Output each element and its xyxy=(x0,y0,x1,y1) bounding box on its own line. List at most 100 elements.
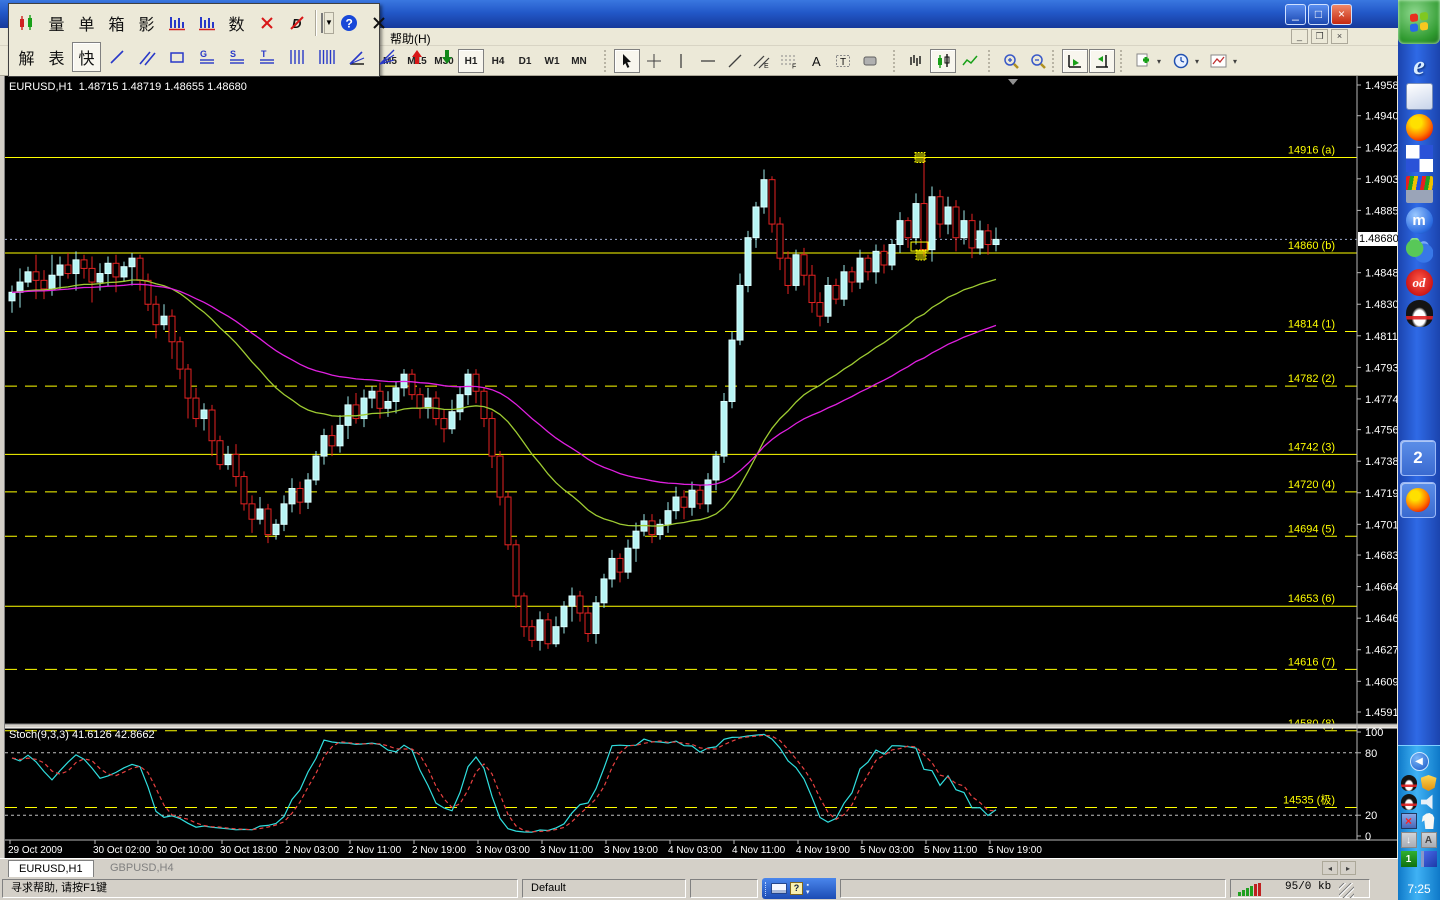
text-button[interactable]: A xyxy=(803,49,829,73)
tab-gbpusdh4[interactable]: GBPUSD,H4 xyxy=(100,860,184,878)
histogram-2-button[interactable] xyxy=(192,8,221,38)
sogou-flame-icon[interactable] xyxy=(1405,114,1433,141)
language-bar-controls[interactable]: ▪ ▾ xyxy=(806,882,810,896)
vertical-line-button[interactable] xyxy=(668,49,694,73)
taskbar-app-sogou-button[interactable] xyxy=(1400,482,1436,518)
tray-volume-icon[interactable] xyxy=(1420,794,1433,810)
gann-lines-button[interactable]: G xyxy=(192,42,221,72)
parallel-channel-button[interactable] xyxy=(132,42,161,72)
order-button[interactable]: 单 xyxy=(72,8,101,38)
fibonacci-button[interactable]: F xyxy=(776,49,802,73)
line-color-swatch[interactable] xyxy=(321,13,323,33)
indicators-button-dropdown[interactable]: ▾ xyxy=(1157,49,1167,73)
tray-update-icon[interactable]: ↓ xyxy=(1400,832,1417,848)
close-toolbar-button[interactable] xyxy=(365,8,394,38)
text-label-button[interactable]: T xyxy=(830,49,856,73)
bar-chart-button[interactable] xyxy=(903,49,929,73)
status-profile[interactable]: Default xyxy=(522,879,686,898)
timeframe-mn-button[interactable]: MN xyxy=(566,49,592,73)
shadow-button[interactable]: 影 xyxy=(132,8,161,38)
tab-scroll-right-button[interactable]: ▸ xyxy=(1340,861,1356,875)
help-button[interactable]: ? xyxy=(335,8,364,38)
tray-hand-icon[interactable] xyxy=(1421,813,1435,829)
pattern-candles-button[interactable] xyxy=(12,8,41,38)
cursor-tool-button[interactable] xyxy=(614,49,640,73)
tab-eurusdh1[interactable]: EURUSD,H1 xyxy=(8,860,94,878)
child-close-button[interactable]: × xyxy=(1331,29,1348,44)
timeframe-w1-button[interactable]: W1 xyxy=(539,49,565,73)
arrow-down-button[interactable] xyxy=(432,42,461,72)
od-badge-icon[interactable]: od xyxy=(1405,269,1433,296)
language-bar-grip[interactable] xyxy=(765,881,768,896)
ie-icon[interactable]: e xyxy=(1406,51,1433,80)
keyboard-icon[interactable] xyxy=(771,883,787,894)
language-help-icon[interactable]: ? xyxy=(790,882,803,895)
trend-line-button[interactable] xyxy=(722,49,748,73)
tray-collapse-chevron[interactable]: ◀ xyxy=(1409,752,1429,771)
trendline-button[interactable] xyxy=(102,42,131,72)
language-bar[interactable]: ? ▪ ▾ xyxy=(762,878,836,899)
globe-m-icon[interactable]: m xyxy=(1405,207,1433,234)
price-chart[interactable]: 14916 (a) 14860 (b) 14814 (1) 14782 (2) 1474… xyxy=(5,76,1405,858)
auto-scroll-button[interactable] xyxy=(1062,49,1088,73)
fan-lines-button[interactable] xyxy=(372,42,401,72)
histogram-1-button[interactable] xyxy=(162,8,191,38)
tray-network-offline-icon[interactable]: × xyxy=(1400,813,1417,829)
chart-shift-button[interactable] xyxy=(1089,49,1115,73)
time-lines-button[interactable]: T xyxy=(252,42,281,72)
tray-qq-icon[interactable] xyxy=(1400,775,1417,791)
angle-fan-button[interactable] xyxy=(342,42,371,72)
crosshair-tool-button[interactable] xyxy=(641,49,667,73)
candle-chart-button[interactable] xyxy=(930,49,956,73)
shapes-button[interactable] xyxy=(857,49,883,73)
tray-qq2-icon[interactable] xyxy=(1400,794,1417,810)
biao-button[interactable]: 表 xyxy=(42,42,71,72)
minimize-button[interactable]: _ xyxy=(1285,4,1306,25)
timeframe-d1-button[interactable]: D1 xyxy=(512,49,538,73)
taskbar-app-2-button[interactable]: 2 xyxy=(1400,440,1436,476)
day-strike-button[interactable]: D xyxy=(282,8,311,38)
tray-ime-icon[interactable]: A xyxy=(1420,832,1437,848)
vertical-lines-4-button[interactable] xyxy=(282,42,311,72)
floating-toolbar-window[interactable]: 量单箱影 数 D ▼? 解表快 G S T xyxy=(8,3,452,77)
speed-lines-button[interactable]: S xyxy=(222,42,251,72)
timeframe-h4-button[interactable]: H4 xyxy=(485,49,511,73)
timeframe-h1-button[interactable]: H1 xyxy=(458,49,484,73)
msn-buddies-icon[interactable] xyxy=(1405,238,1433,265)
equidistant-channel-button[interactable]: E xyxy=(749,49,775,73)
indicators-button[interactable] xyxy=(1130,49,1156,73)
tray-notebook-icon[interactable] xyxy=(1420,851,1437,867)
box-button[interactable]: 箱 xyxy=(102,8,131,38)
arrow-up-button[interactable] xyxy=(402,42,431,72)
periods-button-dropdown[interactable]: ▾ xyxy=(1195,49,1205,73)
rectangle-button[interactable] xyxy=(162,42,191,72)
templates-button[interactable] xyxy=(1206,49,1232,73)
zoom-in-button[interactable] xyxy=(998,49,1024,73)
templates-button-dropdown[interactable]: ▾ xyxy=(1233,49,1243,73)
jie-button[interactable]: 解 xyxy=(12,42,41,72)
child-restore-button[interactable]: ❐ xyxy=(1311,29,1328,44)
checker-icon[interactable] xyxy=(1405,145,1433,172)
line-chart-button[interactable] xyxy=(957,49,983,73)
vertical-lines-5-button[interactable] xyxy=(312,42,341,72)
start-button[interactable] xyxy=(1398,0,1440,44)
close-button[interactable]: × xyxy=(1331,4,1352,25)
document-icon[interactable] xyxy=(1405,83,1433,110)
resize-grip[interactable] xyxy=(1339,883,1354,898)
red-cross-button[interactable] xyxy=(252,8,281,38)
chart-window[interactable]: 14916 (a) 14860 (b) 14814 (1) 14782 (2) 1474… xyxy=(5,76,1405,858)
zoom-out-button[interactable] xyxy=(1025,49,1051,73)
tray-num1-icon[interactable]: 1 xyxy=(1400,851,1417,867)
horizontal-line-button[interactable] xyxy=(695,49,721,73)
line-color-dropdown[interactable]: ▼ xyxy=(324,12,334,34)
tray-shield-icon[interactable] xyxy=(1420,775,1437,791)
qq-penguin-icon[interactable] xyxy=(1405,300,1433,327)
kuai-button[interactable]: 快 xyxy=(72,42,101,72)
number-button[interactable]: 数 xyxy=(222,8,251,38)
tab-scroll-left-button[interactable]: ◂ xyxy=(1322,861,1338,875)
periods-button[interactable] xyxy=(1168,49,1194,73)
maximize-button[interactable]: □ xyxy=(1308,4,1329,25)
pen-cup-icon[interactable] xyxy=(1405,176,1433,203)
volume-button[interactable]: 量 xyxy=(42,8,71,38)
child-minimize-button[interactable]: _ xyxy=(1291,29,1308,44)
